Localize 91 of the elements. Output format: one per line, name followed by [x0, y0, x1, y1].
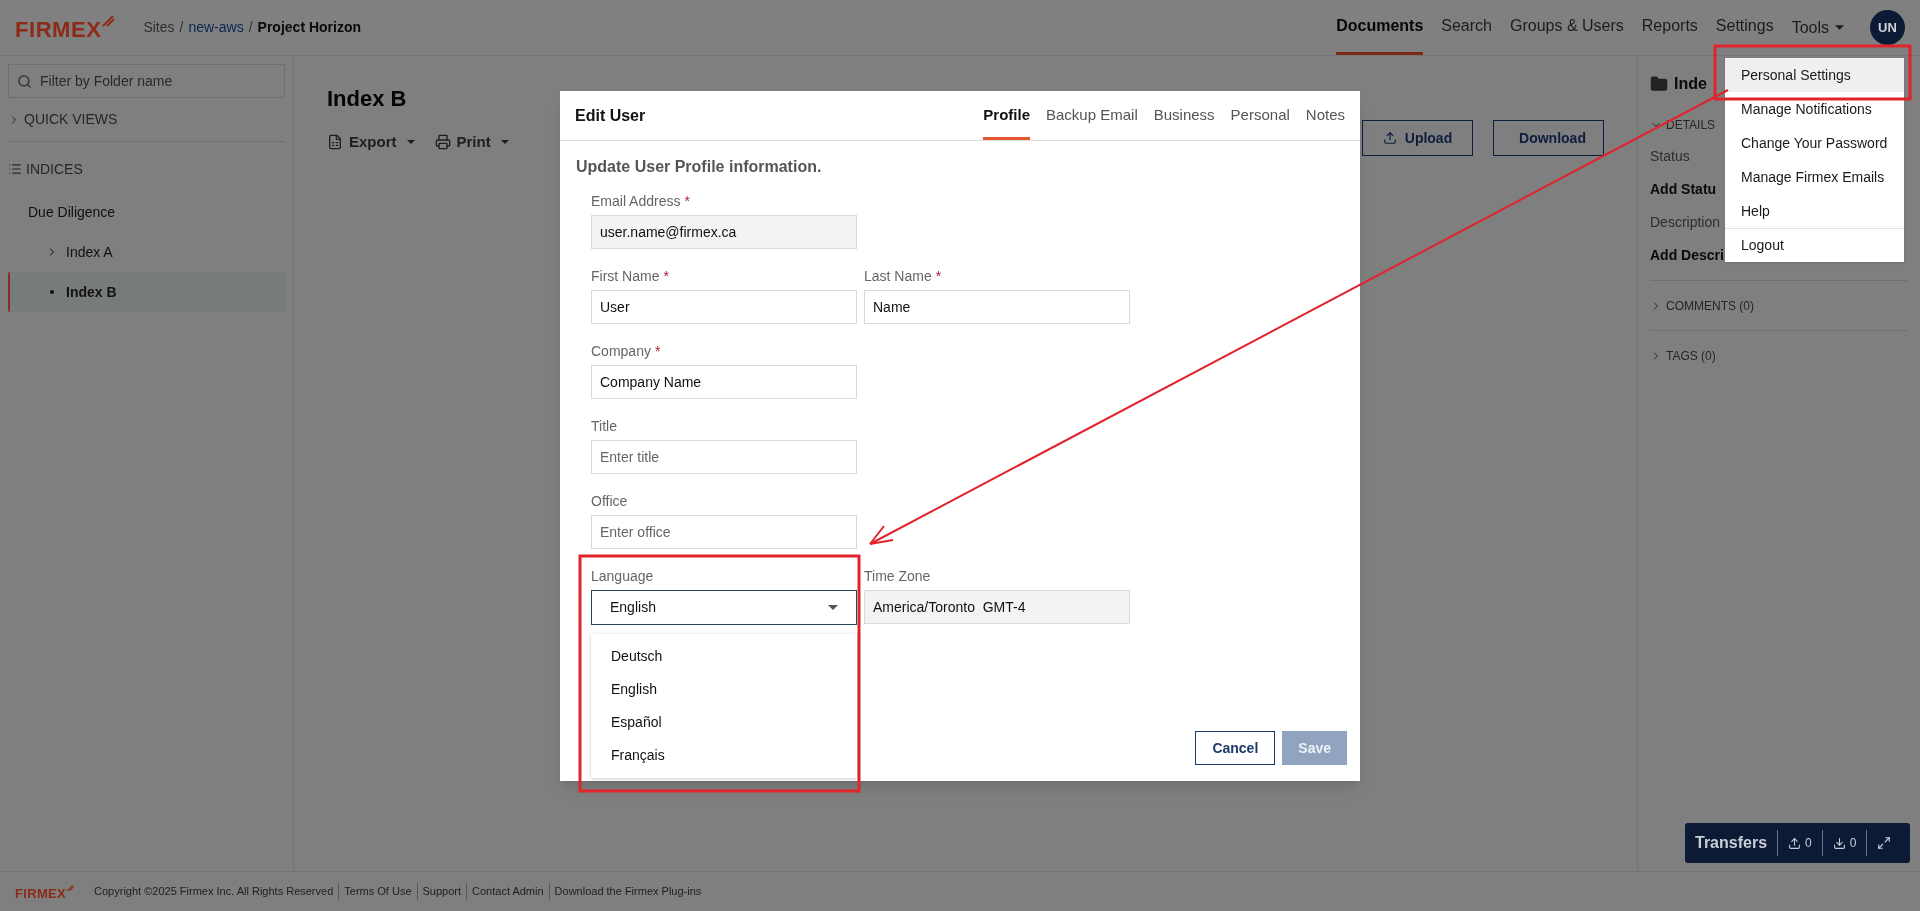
menu-item[interactable]: Change Your Password [1725, 126, 1904, 160]
tree-item[interactable]: Index B [8, 272, 285, 312]
upload-button[interactable]: Upload [1362, 120, 1473, 156]
text-field[interactable]: user.name@firmex.ca [591, 215, 857, 249]
field-label: Time Zone [864, 567, 932, 586]
nav-tab[interactable]: Groups & Users [1510, 0, 1624, 55]
field-label: Email Address [591, 192, 681, 211]
nav-tab[interactable]: Settings [1715, 0, 1774, 55]
section-toggle[interactable]: DETAILS [1650, 116, 1716, 134]
panel-title: Inde [1674, 74, 1707, 94]
cancel-button[interactable]: Cancel [1195, 731, 1276, 765]
footer-link[interactable]: Download the Firmex Plug-ins [549, 883, 707, 900]
field-label: Company [591, 342, 651, 361]
footer-link[interactable]: Terms Of Use [339, 883, 418, 900]
required-mark: * [935, 267, 942, 286]
breadcrumb-item: Sites [143, 18, 175, 37]
upload-count[interactable]: 0 [1777, 830, 1822, 856]
nav-tab[interactable]: Reports [1641, 0, 1698, 55]
field-label: First Name [591, 267, 660, 286]
breadcrumb-item: Project Horizon [257, 18, 362, 37]
dialog-tab[interactable]: Business [1153, 91, 1215, 140]
time-zone-field[interactable]: America/Toronto GMT-4 [864, 590, 1130, 624]
upload-icon [1788, 836, 1802, 850]
dialog-title: Edit User [575, 105, 646, 126]
field-value[interactable]: Add Descri [1650, 245, 1724, 266]
breadcrumb-separator: / [179, 18, 184, 37]
dialog-subtitle: Update User Profile information. [576, 157, 823, 177]
text-field[interactable]: Enter office [591, 515, 857, 549]
caret-icon [828, 605, 838, 610]
dialog-tab[interactable]: Notes [1305, 91, 1345, 140]
required-mark: * [684, 192, 690, 211]
download-button[interactable]: Download [1493, 120, 1604, 156]
required-mark: * [654, 342, 661, 361]
dialog-tab[interactable]: Personal [1230, 91, 1290, 140]
section-toggle[interactable]: COMMENTS (0) [1650, 296, 1754, 315]
field-label: Office [591, 492, 628, 511]
folder-filter-field[interactable]: Filter by Folder name [8, 64, 285, 98]
field-label: Last Name [864, 267, 932, 286]
nav-tab[interactable]: Search [1441, 0, 1492, 55]
transfers-label[interactable]: Transfers [1685, 831, 1778, 855]
quick-views-toggle[interactable]: QUICK VIEWS [8, 98, 285, 142]
upload-icon [1382, 131, 1397, 145]
menu-item[interactable]: Manage Notifications [1725, 92, 1904, 126]
export-button[interactable]: Export [327, 131, 415, 154]
tree-item[interactable]: Due Diligence [8, 192, 285, 232]
field-label: Language [591, 567, 655, 586]
text-field[interactable]: User [591, 290, 857, 324]
language-option[interactable]: Español [591, 706, 857, 739]
breadcrumb-separator: / [248, 18, 253, 37]
field-label: Status [1650, 147, 1690, 166]
tree-item[interactable]: Index A [8, 232, 285, 272]
caret-icon [500, 140, 509, 145]
language-option[interactable]: Deutsch [591, 640, 857, 673]
bullet-icon [50, 290, 54, 294]
text-field[interactable]: Name [864, 290, 1130, 324]
expand-icon[interactable] [1877, 836, 1892, 850]
dialog-tab[interactable]: Profile [983, 91, 1030, 140]
text-field[interactable]: Enter title [591, 440, 857, 474]
download-icon [1832, 836, 1846, 850]
tools-menu-button[interactable]: Tools [1791, 15, 1844, 40]
footer-link[interactable]: Support [417, 883, 468, 900]
language-option[interactable]: English [591, 673, 857, 706]
section-heading: INDICES [26, 159, 83, 179]
footer-link[interactable]: Contact Admin [467, 883, 550, 900]
spreadsheet-icon [327, 134, 343, 151]
text-field[interactable]: Company Name [591, 365, 857, 399]
list-icon [8, 162, 22, 176]
user-avatar[interactable]: UN [1870, 10, 1905, 45]
section-toggle[interactable]: TAGS (0) [1650, 346, 1716, 365]
copyright-text: Copyright ©2025 Firmex Inc. All Rights Reserved [94, 883, 340, 900]
print-button[interactable]: Print [434, 131, 509, 154]
menu-item[interactable]: Manage Firmex Emails [1725, 160, 1904, 194]
nav-tab[interactable]: Documents [1336, 0, 1424, 55]
caret-icon [406, 140, 415, 145]
field-label: Title [591, 417, 617, 436]
menu-item[interactable]: Logout [1725, 228, 1904, 262]
required-mark: * [663, 267, 669, 286]
search-icon [17, 74, 32, 89]
language-option[interactable]: Français [591, 739, 857, 772]
breadcrumb-item[interactable]: new-aws [188, 17, 244, 38]
menu-item[interactable]: Personal Settings [1725, 58, 1904, 92]
page-title: Index B [327, 85, 408, 113]
field-value[interactable]: Add Statu [1650, 179, 1717, 200]
language-select[interactable]: English [591, 590, 857, 625]
menu-item[interactable]: Help [1725, 194, 1904, 228]
download-count[interactable]: 0 [1821, 830, 1867, 856]
dialog-tab[interactable]: Backup Email [1046, 91, 1138, 140]
field-label: Description [1650, 213, 1721, 232]
folder-icon [1650, 75, 1668, 93]
caret-icon [1835, 25, 1844, 30]
printer-icon [434, 134, 451, 151]
